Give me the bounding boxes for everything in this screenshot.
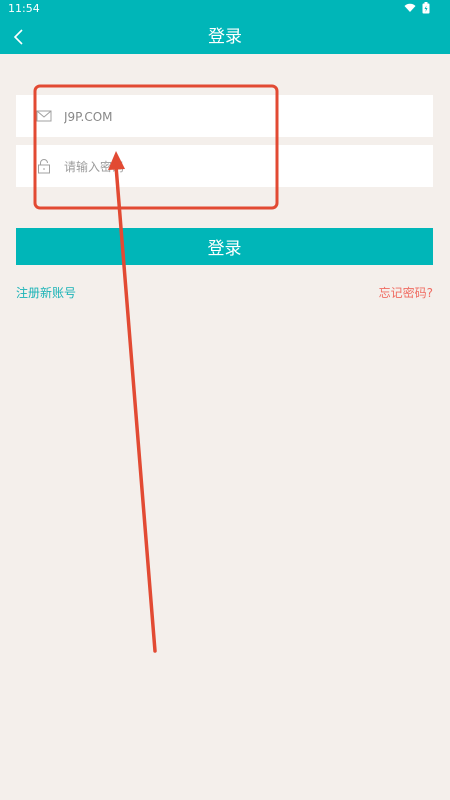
account-input[interactable]: [62, 95, 426, 139]
mail-icon: [36, 110, 52, 122]
battery-icon: [422, 2, 430, 14]
status-time: 11:54: [8, 2, 40, 15]
app-bar: 登录: [0, 20, 450, 54]
status-icons: [404, 2, 430, 14]
register-link[interactable]: 注册新账号: [16, 284, 76, 301]
lock-icon: [38, 159, 50, 174]
wifi-icon: [404, 3, 416, 12]
account-field[interactable]: [16, 95, 433, 139]
password-field[interactable]: [16, 145, 433, 189]
page-title: 登录: [208, 27, 242, 47]
forgot-password-link[interactable]: 忘记密码?: [379, 284, 433, 301]
password-input[interactable]: [62, 145, 426, 189]
login-button[interactable]: 登录: [16, 228, 433, 265]
status-bar: 11:54: [0, 0, 450, 20]
